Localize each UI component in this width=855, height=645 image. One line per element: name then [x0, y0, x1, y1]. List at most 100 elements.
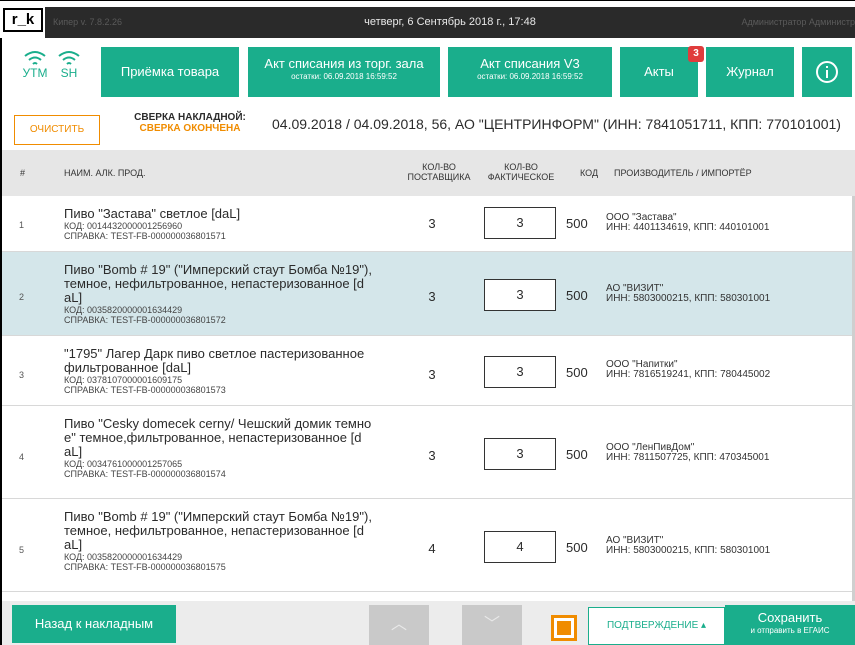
producer-ids: ИНН: 4401134619, КПП: 440101001 — [606, 222, 770, 233]
tab-act-v3[interactable]: Акт списания V3 остатки: 06.09.2018 16:5… — [448, 47, 612, 97]
product-code: КОД: 0378107000001609175 — [64, 375, 183, 385]
product-name: Пиво "Застава" светлое [daL] КОД: 001443… — [64, 206, 394, 242]
product-name: "1795" Лагер Дарк пиво светлое пастеризо… — [64, 346, 394, 396]
sh-label: SH — [60, 66, 78, 80]
producer-ids: ИНН: 5803000215, КПП: 580301001 — [606, 545, 771, 556]
item-code: 500 — [566, 216, 588, 231]
back-to-invoices-button[interactable]: Назад к накладным — [12, 605, 176, 643]
producer-info: АО "ВИЗИТ" ИНН: 5803000215, КПП: 5803010… — [606, 284, 770, 304]
confirm-checkbox[interactable] — [551, 615, 577, 641]
product-name-line: Пиво "Застава" светлое [daL] — [64, 206, 241, 221]
scroll-up-button[interactable]: ︿ — [369, 605, 429, 645]
table-row[interactable]: 5 Пиво "Bomb # 19" ("Имперский стаут Бом… — [2, 499, 855, 592]
product-name-line: е" темное,фильтрованное, непастеризованн… — [64, 430, 362, 445]
qty-supplier: 3 — [428, 289, 436, 304]
invoice-reconcile-bar: ОЧИСТИТЬ СВЕРКА НАКЛАДНОЙ: СВЕРКА ОКОНЧЕ… — [2, 106, 855, 150]
tab-act-trade-sub: остатки: 06.09.2018 16:59:52 — [291, 72, 397, 81]
save-button-sublabel: и отправить в ЕГАИС — [750, 626, 830, 635]
app-window: r_k Кипер v. 7.8.2.26 четверг, 6 Сентябр… — [0, 0, 855, 645]
product-name: Пиво "Bomb # 19" ("Имперский стаут Бомба… — [64, 510, 394, 573]
utm-label: УТМ — [22, 66, 48, 80]
col-qty-supplier-line2: ПОСТАВЩИКА — [407, 172, 471, 182]
product-name-line: aL] — [64, 290, 83, 305]
producer-ids: ИНН: 7816519241, КПП: 780445002 — [606, 369, 771, 380]
row-number: 2 — [19, 292, 25, 302]
producer-info: ООО "Напитки" ИНН: 7816519241, КПП: 7804… — [606, 360, 770, 380]
qty-actual-input[interactable]: 3 — [484, 279, 556, 311]
product-reference: СПРАВКА: TEST-FB-000000036801575 — [64, 562, 226, 572]
product-code: КОД: 0034761000001257065 — [64, 459, 183, 469]
tab-act-v3-sub: остатки: 06.09.2018 16:59:52 — [477, 72, 583, 81]
item-code: 500 — [566, 288, 588, 303]
reconcile-status: СВЕРКА ОКОНЧЕНА — [139, 123, 241, 134]
tab-priemka[interactable]: Приёмка товара — [101, 47, 239, 97]
tab-journal[interactable]: Журнал — [706, 47, 794, 97]
invoice-info: 04.09.2018 / 04.09.2018, 56, АО "ЦЕНТРИН… — [272, 116, 841, 132]
tab-journal-label: Журнал — [726, 64, 774, 79]
table-row[interactable]: 4 Пиво "Cesky domecek cerny/ Чешский дом… — [2, 406, 855, 499]
col-qty-actual-line2: ФАКТИЧЕСКОЕ — [487, 172, 555, 182]
tab-act-trade-hall[interactable]: Акт списания из торг. зала остатки: 06.0… — [248, 47, 440, 97]
reconcile-title: СВЕРКА НАКЛАДНОЙ: СВЕРКА ОКОНЧЕНА — [130, 112, 250, 134]
tab-act-v3-label: Акт списания V3 — [480, 56, 580, 71]
product-reference: СПРАВКА: TEST-FB-000000036801573 — [64, 385, 226, 395]
qty-actual-input[interactable]: 3 — [484, 356, 556, 388]
row-number: 3 — [19, 370, 25, 380]
producer-ids: ИНН: 5803000215, КПП: 580301001 — [606, 293, 771, 304]
table-row[interactable]: 3 "1795" Лагер Дарк пиво светлое пастери… — [2, 336, 855, 406]
item-code: 500 — [566, 447, 588, 462]
product-name-line: aL] — [64, 444, 83, 459]
wifi-icon — [24, 51, 46, 65]
product-name-line: "1795" Лагер Дарк пиво светлое пастеризо… — [64, 346, 365, 361]
col-qty-actual-line1: КОЛ-ВО — [504, 162, 538, 172]
wifi-icon — [58, 51, 80, 65]
status-strip: Кипер v. 7.8.2.26 четверг, 6 Сентябрь 20… — [45, 7, 855, 39]
chevron-down-icon: ﹀ — [483, 616, 500, 633]
item-code: 500 — [566, 365, 588, 380]
info-button[interactable] — [802, 47, 852, 97]
qty-actual-input[interactable]: 3 — [484, 207, 556, 239]
product-name-line: Пиво "Cesky domecek cerny/ Чешский домик… — [64, 416, 372, 431]
table-row[interactable]: 1 Пиво "Застава" светлое [daL] КОД: 0014… — [2, 196, 855, 252]
title-bar: r_k Кипер v. 7.8.2.26 четверг, 6 Сентябр… — [0, 0, 855, 39]
clear-button[interactable]: ОЧИСТИТЬ — [14, 115, 100, 145]
connection-status: УТМ SH — [20, 50, 90, 90]
row-number: 1 — [19, 220, 25, 230]
col-qty-actual: КОЛ-ВО ФАКТИЧЕСКОЕ — [476, 162, 566, 182]
producer-info: ООО "Застава" ИНН: 4401134619, КПП: 4401… — [606, 213, 769, 233]
utm-status[interactable]: УТМ — [20, 50, 50, 80]
col-name: НАИМ. АЛК. ПРОД. — [64, 168, 146, 178]
product-name: Пиво "Bomb # 19" ("Имперский стаут Бомба… — [64, 263, 394, 326]
col-producer: ПРОИЗВОДИТЕЛЬ / ИМПОРТЁР — [614, 168, 752, 178]
app-logo: r_k — [3, 8, 43, 32]
current-user: Администратор Администр — [741, 17, 855, 27]
col-qty-supplier-line1: КОЛ-ВО — [422, 162, 456, 172]
product-table: 1 Пиво "Застава" светлое [daL] КОД: 0014… — [2, 196, 855, 601]
chevron-up-icon: ︿ — [390, 616, 407, 633]
product-code: КОД: 0035820000001634429 — [64, 305, 183, 315]
qty-actual-input[interactable]: 3 — [484, 438, 556, 470]
producer-info: АО "ВИЗИТ" ИНН: 5803000215, КПП: 5803010… — [606, 536, 770, 556]
row-number: 5 — [19, 545, 25, 555]
qty-actual-input[interactable]: 4 — [484, 531, 556, 563]
tab-acts[interactable]: Акты — [620, 47, 698, 97]
confirmation-dropdown[interactable]: ПОДТВЕРЖДЕНИЕ ▴ — [588, 607, 725, 645]
acts-count-badge: 3 — [688, 46, 704, 62]
bottom-toolbar: Назад к накладным ︿ ﹀ ПОДТВЕРЖДЕНИЕ ▴ Со… — [2, 601, 855, 645]
col-num: # — [20, 168, 26, 178]
tab-acts-label: Акты — [644, 64, 674, 79]
qty-supplier: 3 — [428, 367, 436, 382]
main-nav: УТМ SH Приёмка товара Акт списания из то… — [2, 38, 855, 106]
product-name: Пиво "Cesky domecek cerny/ Чешский домик… — [64, 416, 394, 480]
product-reference: СПРАВКА: TEST-FB-000000036801574 — [64, 469, 226, 479]
product-code: КОД: 0035820000001634429 — [64, 552, 183, 562]
product-name-line: aL] — [64, 537, 83, 552]
producer-ids: ИНН: 7811507725, КПП: 470345001 — [606, 452, 770, 463]
product-name-line: темное, нефильтрованное, непастеризованн… — [64, 523, 365, 538]
sh-status[interactable]: SH — [54, 50, 84, 80]
table-row[interactable]: 2 Пиво "Bomb # 19" ("Имперский стаут Бом… — [2, 252, 855, 336]
save-and-send-button[interactable]: Сохранить и отправить в ЕГАИС — [725, 605, 855, 645]
qty-supplier: 3 — [428, 448, 436, 463]
info-icon — [816, 61, 838, 83]
scroll-down-button[interactable]: ﹀ — [462, 605, 522, 645]
